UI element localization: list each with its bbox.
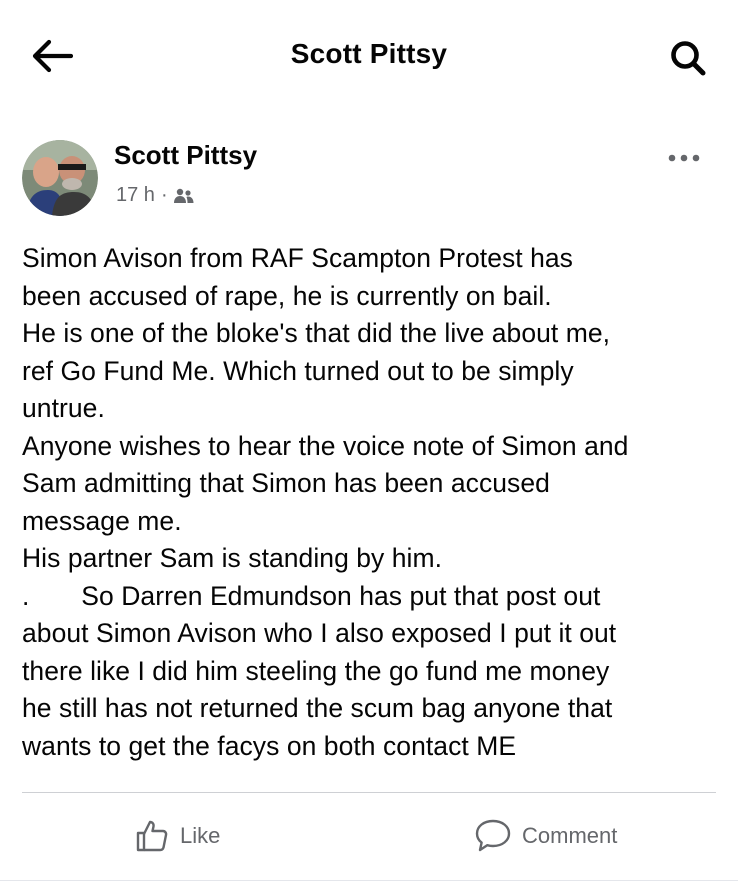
- like-label: Like: [180, 823, 221, 848]
- more-horizontal-icon: [668, 154, 700, 162]
- page-title: Scott Pittsy: [290, 38, 448, 69]
- post-text-line: Sam admitting that Simon has been accuse…: [22, 468, 550, 498]
- post-header: Scott Pittsy 17 h ·: [22, 138, 716, 218]
- post-text-line: untrue.: [22, 393, 105, 423]
- comment-button[interactable]: Comment: [474, 814, 617, 858]
- post-actions: Like Comment: [0, 800, 738, 872]
- post-text-line: been accused of rape, he is currently on…: [22, 280, 552, 311]
- post-text-line: Simon Avison from RAF Scampton Protest h…: [22, 243, 573, 273]
- comment-label: Comment: [522, 823, 618, 848]
- post-text: Simon Avison from RAF Scampton Protest h…: [22, 240, 722, 765]
- post-meta: 17 h ·: [116, 184, 194, 207]
- search-icon: [668, 38, 708, 78]
- thumbs-up-icon: [134, 818, 170, 854]
- avatar[interactable]: [22, 140, 98, 216]
- post-text-line: there like I did him steeling the go fun…: [22, 655, 610, 686]
- post-text-line: His partner Sam is standing by him.: [22, 543, 443, 573]
- search-button[interactable]: [666, 36, 710, 80]
- friends-icon: [173, 188, 194, 204]
- actions-divider: [22, 792, 716, 793]
- author-name[interactable]: Scott Pittsy: [114, 140, 257, 171]
- post-text-line: ref Go Fund Me. Which turned out to be s…: [22, 355, 574, 386]
- post-text-line: He is one of the bloke's that did the li…: [22, 318, 611, 348]
- post-text-line: . So Darren Edmundson has put that post …: [22, 580, 601, 611]
- bottom-divider: [0, 880, 738, 881]
- post-text-line: he still has not returned the scum bag a…: [22, 693, 613, 723]
- like-button[interactable]: Like: [134, 814, 220, 858]
- post-text-line: message me.: [22, 505, 182, 536]
- post-text-line: wants to get the facys on both contact M…: [22, 730, 517, 761]
- post-time[interactable]: 17 h: [116, 184, 155, 207]
- more-options-button[interactable]: [664, 144, 704, 172]
- post-text-line: about Simon Avison who I also exposed I …: [22, 618, 617, 648]
- post-text-line: Anyone wishes to hear the voice note of …: [22, 430, 629, 461]
- app-bar: Scott Pittsy: [0, 0, 738, 112]
- meta-separator: ·: [160, 184, 168, 206]
- comment-bubble-icon: [474, 818, 512, 854]
